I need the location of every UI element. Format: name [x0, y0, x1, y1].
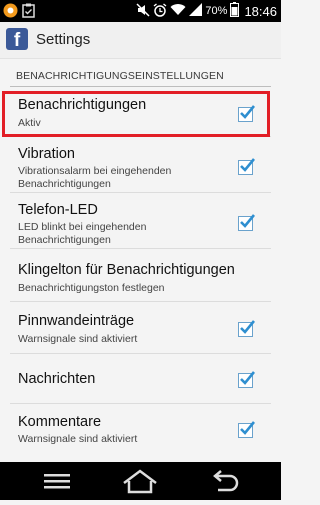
menu-button[interactable]	[27, 462, 87, 500]
clock: 18:46	[244, 3, 277, 19]
clipboard-icon	[22, 3, 35, 23]
setting-subtitle: Vibrationsalarm bei eingehenden Benachri…	[18, 165, 172, 190]
setting-title: Vibration	[18, 146, 75, 162]
setting-row-vibration[interactable]: Vibration Vibrationsalarm bei eingehende…	[0, 137, 281, 193]
section-header: BENACHRICHTIGUNGSEINSTELLUNGEN	[0, 58, 281, 88]
wifi-icon	[170, 3, 186, 19]
home-icon	[123, 469, 157, 494]
action-bar: f Settings	[0, 22, 281, 59]
checkbox-benachrichtigungen[interactable]	[238, 105, 256, 122]
setting-title: Klingelton für Benachrichtigungen	[18, 262, 235, 278]
battery-icon	[230, 2, 240, 20]
alarm-icon	[153, 2, 167, 20]
setting-title: Benachrichtigungen	[18, 97, 147, 113]
setting-title: Telefon-LED	[18, 202, 98, 218]
setting-row-telefon-led[interactable]: Telefon-LED LED blinkt bei eingehenden B…	[0, 193, 281, 249]
back-button[interactable]	[194, 462, 254, 500]
setting-subtitle: LED blinkt bei eingehenden Benachrichtig…	[18, 221, 147, 246]
mute-icon	[136, 2, 150, 20]
section-label: BENACHRICHTIGUNGSEINSTELLUNGEN	[16, 70, 224, 82]
page-title: Settings	[36, 31, 91, 48]
checkbox-telefon-led[interactable]	[238, 214, 256, 231]
setting-subtitle: Warnsignale sind aktiviert	[18, 433, 138, 445]
checkbox-pinnwandeintraege[interactable]	[238, 320, 256, 337]
setting-row-benachrichtigungen[interactable]: Benachrichtigungen Aktiv	[0, 91, 281, 137]
setting-title: Nachrichten	[18, 371, 96, 387]
section-divider	[10, 86, 271, 87]
checkbox-kommentare[interactable]	[238, 421, 256, 438]
battery-percent: 70%	[205, 5, 228, 17]
setting-subtitle: Aktiv	[18, 117, 41, 129]
status-bar: 70% 18:46	[0, 0, 281, 22]
setting-row-klingelton[interactable]: Klingelton für Benachrichtigungen Benach…	[0, 249, 281, 302]
setting-row-kommentare[interactable]: Kommentare Warnsignale sind aktiviert	[0, 404, 281, 456]
facebook-logo-icon[interactable]: f	[6, 28, 28, 50]
checkbox-nachrichten[interactable]	[238, 371, 256, 388]
checkbox-vibration[interactable]	[238, 158, 256, 175]
setting-subtitle: Benachrichtigungston festlegen	[18, 282, 165, 294]
navigation-bar	[0, 462, 281, 500]
setting-title: Pinnwandeinträge	[18, 313, 135, 329]
orange-app-icon	[3, 3, 18, 23]
menu-icon	[44, 474, 70, 489]
setting-row-pinnwandeintraege[interactable]: Pinnwandeinträge Warnsignale sind aktivi…	[0, 302, 281, 354]
setting-subtitle: Warnsignale sind aktiviert	[18, 333, 138, 345]
signal-icon	[189, 3, 203, 19]
home-button[interactable]	[110, 462, 170, 500]
setting-row-nachrichten[interactable]: Nachrichten	[0, 354, 281, 404]
back-icon	[213, 470, 239, 492]
setting-title: Kommentare	[18, 414, 102, 430]
